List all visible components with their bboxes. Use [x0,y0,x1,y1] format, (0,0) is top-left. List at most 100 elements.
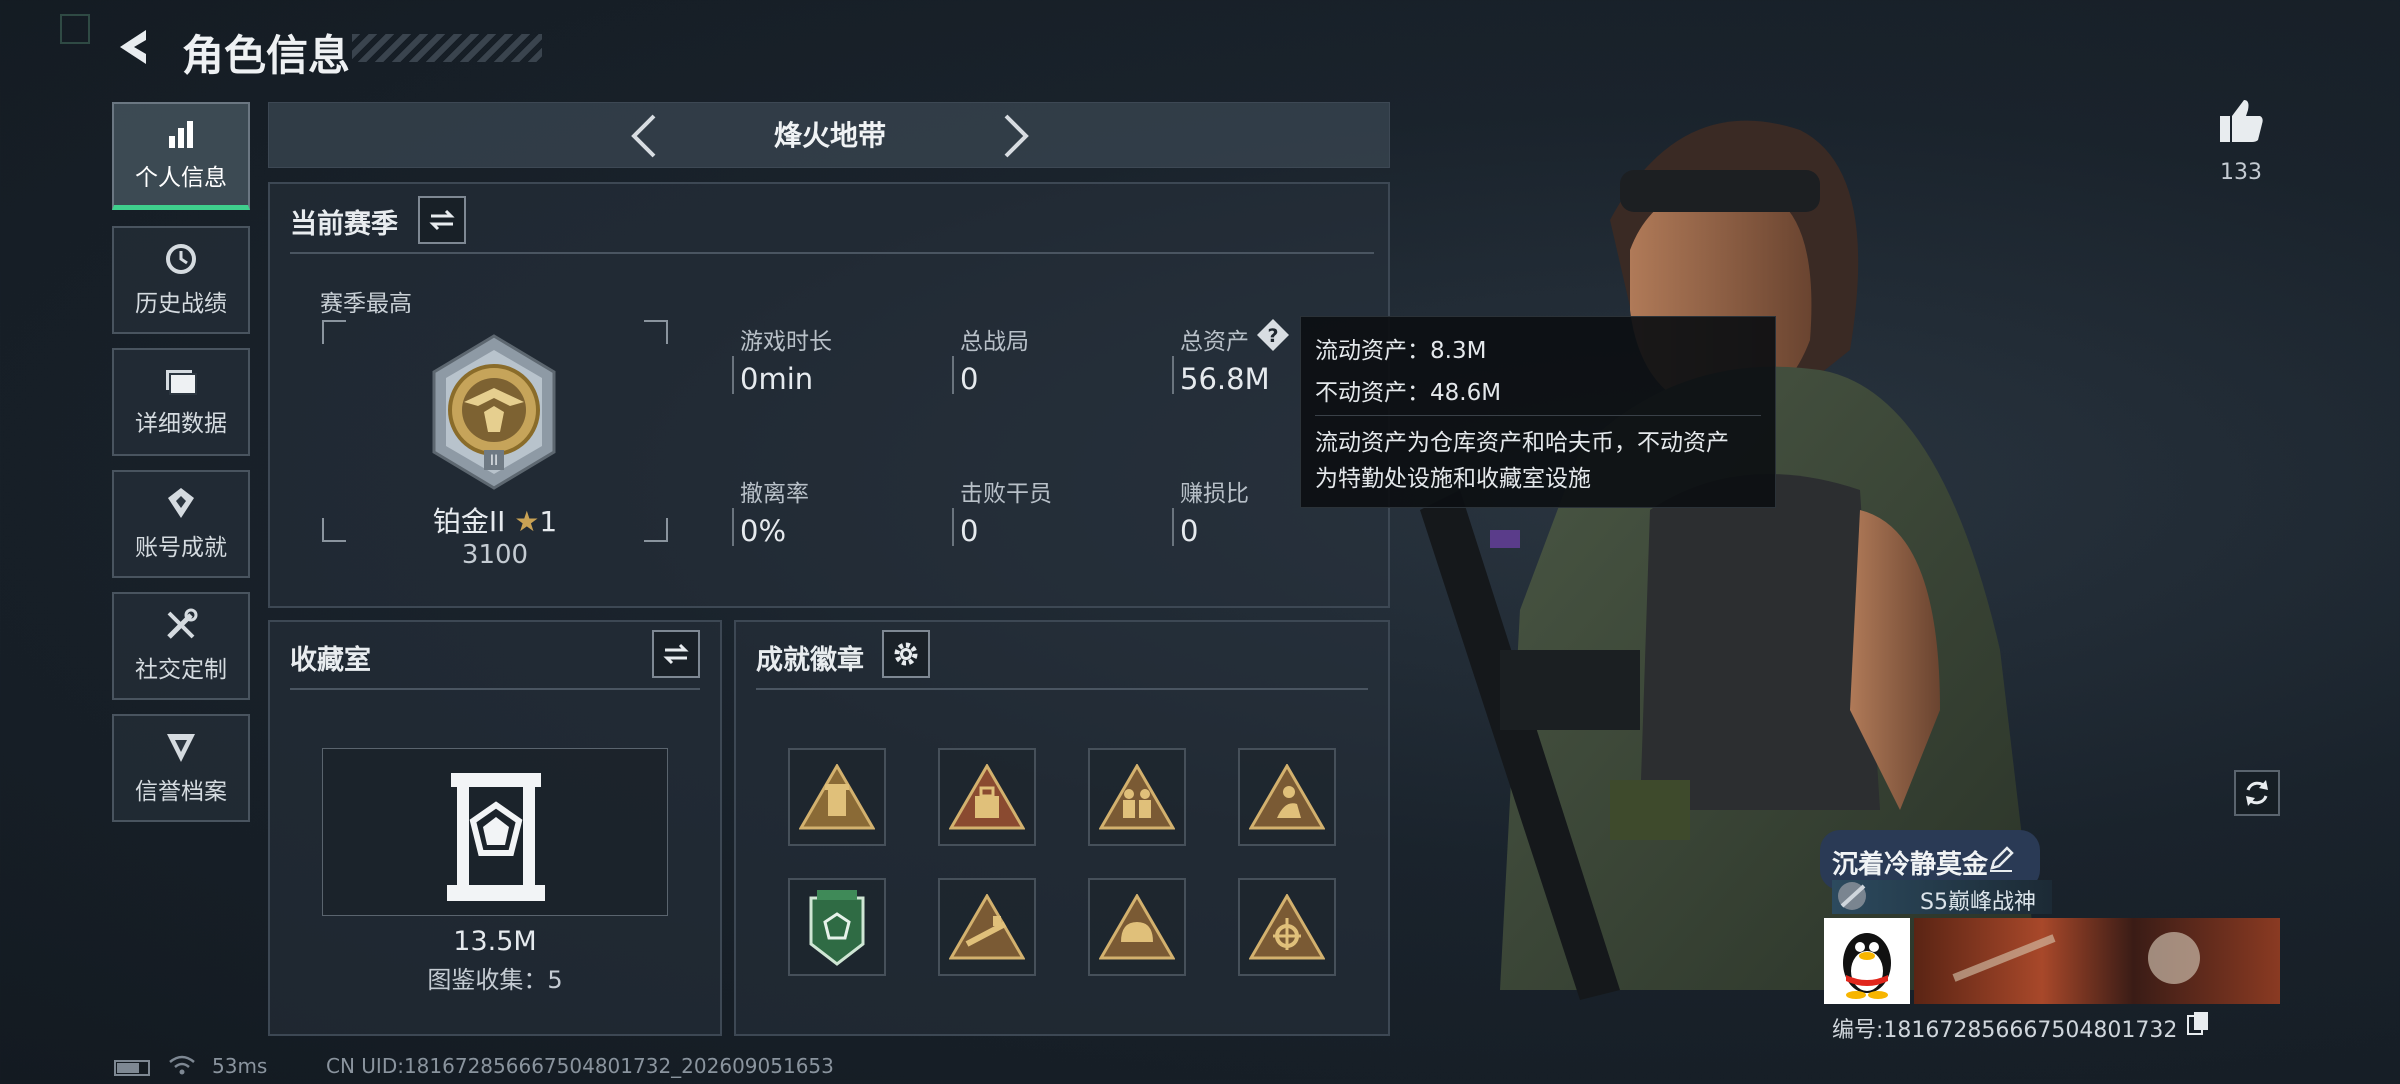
qq-penguin-icon [1843,933,1891,999]
achievement-badge[interactable] [1238,748,1336,846]
title-badge-text: S5巅峰战神 [1920,890,2036,915]
badge-helmet-icon [1099,894,1175,960]
profile-banner [1914,918,2280,1004]
cn-uid: CN UID:181672856667504801732_20260905165… [326,1054,834,1078]
mode-label: 烽火地带 [773,119,886,152]
collection-divider [290,688,700,690]
wifi-icon [168,1054,196,1076]
stat-value-playtime: 0min [740,362,814,396]
refresh-icon [2246,780,2268,806]
folder-icon [166,370,197,395]
page-title: 角色信息 [182,31,351,80]
sidebar-item-achievements[interactable]: 账号成就 [112,470,250,578]
prev-mode-button[interactable] [620,108,670,164]
sidebar-item-personal-info[interactable]: 个人信息 [112,102,250,210]
stat-label-profit-ratio: 赚损比 [1180,481,1249,507]
badge-figure-icon [1249,764,1325,830]
back-button[interactable] [112,24,158,70]
badge-weapon-icon [949,894,1025,960]
rotate-view-button[interactable] [2234,770,2280,816]
achievement-badge[interactable] [1088,748,1186,846]
season-best-label: 赛季最高 [320,291,412,317]
credit-icon [167,734,195,762]
edit-name-button[interactable] [1986,844,2016,874]
rank-score: 3100 [461,540,529,570]
achievement-badge[interactable] [938,878,1036,976]
badge-soldiers-icon [1099,764,1175,830]
pencil-icon [1990,846,2014,872]
player-id: 编号:181672856667504801732 [1832,1018,2178,1043]
gear-icon [894,642,918,666]
season-panel-title: 当前赛季 [290,209,398,240]
svg-text:?: ? [1267,325,1278,347]
tooltip-divider [1315,415,1761,416]
stat-divider [1172,508,1174,546]
vault-icon [447,773,545,901]
star-icon: ★ [514,505,540,538]
tools-icon [167,608,198,639]
sidebar-item-label: 详细数据 [135,411,227,437]
sidebar-item-label: 信誉档案 [135,779,227,805]
sidebar-item-history[interactable]: 历史战绩 [112,226,250,334]
stat-divider [732,356,734,394]
season-divider [290,252,1374,254]
chevron-left-icon [631,114,656,158]
help-icon[interactable]: ? [1256,318,1290,352]
chevron-right-icon [1004,114,1029,158]
copy-id-button[interactable] [2186,1010,2210,1036]
like-button[interactable] [2216,96,2266,146]
collection-room-image[interactable] [322,748,668,916]
tooltip-description-2: 为特勤处设施和收藏室设施 [1315,466,1591,492]
badges-panel-title: 成就徽章 [756,645,864,676]
achievement-badge[interactable] [1238,878,1336,976]
copy-icon [2187,1012,2208,1035]
rank-line: 铂金II ★1 [322,500,668,540]
sidebar-item-detailed-data[interactable]: 详细数据 [112,348,250,456]
stat-value-extract-rate: 0% [740,514,787,548]
stat-value-profit-ratio: 0 [1180,514,1199,548]
swap-icon [429,209,455,231]
sidebar-item-label: 个人信息 [135,164,227,191]
collection-switch-button[interactable] [652,630,700,678]
stat-label-playtime: 游戏时长 [740,329,832,355]
badge-emblem-icon [1249,894,1325,960]
badges-divider [756,688,1368,690]
back-arrow-icon [120,30,146,64]
achievement-badge[interactable] [1088,878,1186,976]
sidebar-item-credit[interactable]: 信誉档案 [112,714,250,822]
stat-label-operators-defeated: 击败干员 [960,481,1052,507]
badge-green-shield-icon [809,890,865,966]
sidebar-item-social[interactable]: 社交定制 [112,592,250,700]
rank-name: 铂金II [432,505,506,538]
rank-stars: 1 [539,505,558,538]
stat-value-operators-defeated: 0 [960,514,979,548]
stat-label-total-assets: 总资产 [1180,329,1249,355]
tooltip-description-1: 流动资产为仓库资产和哈夫币，不动资产 [1315,430,1729,456]
corner-marker [60,14,90,44]
svg-text:II: II [490,453,498,469]
platinum-rank-icon: II [432,334,556,490]
stat-label-total-matches: 总战局 [960,329,1029,355]
badges-settings-button[interactable] [882,630,930,678]
collection-count: 图鉴收集：5 [427,966,563,994]
rank-emblem: II [414,332,574,492]
badge-bag-icon [949,764,1025,830]
achievement-badge[interactable] [938,748,1036,846]
next-mode-button[interactable] [990,108,1040,164]
title-badge-icon [1834,876,1874,916]
season-switch-button[interactable] [418,196,466,244]
stat-divider [732,508,734,546]
assets-tooltip: 流动资产：8.3M 不动资产：48.6M 流动资产为仓库资产和哈夫币，不动资产 … [1300,316,1776,508]
achievement-badge[interactable] [788,878,886,976]
stat-label-extract-rate: 撤离率 [740,481,809,507]
stat-divider [952,508,954,546]
achievement-badge[interactable] [788,748,886,846]
bar-chart-icon [169,120,193,148]
stat-value-total-assets: 56.8M [1180,362,1270,396]
collection-value: 13.5M [453,926,537,957]
ping-value: 53ms [212,1054,268,1078]
tooltip-liquid-assets: 流动资产：8.3M [1315,338,1487,364]
thumbs-up-icon [2220,100,2263,142]
badge-lantern-icon [799,764,875,830]
collection-panel-title: 收藏室 [290,645,371,676]
